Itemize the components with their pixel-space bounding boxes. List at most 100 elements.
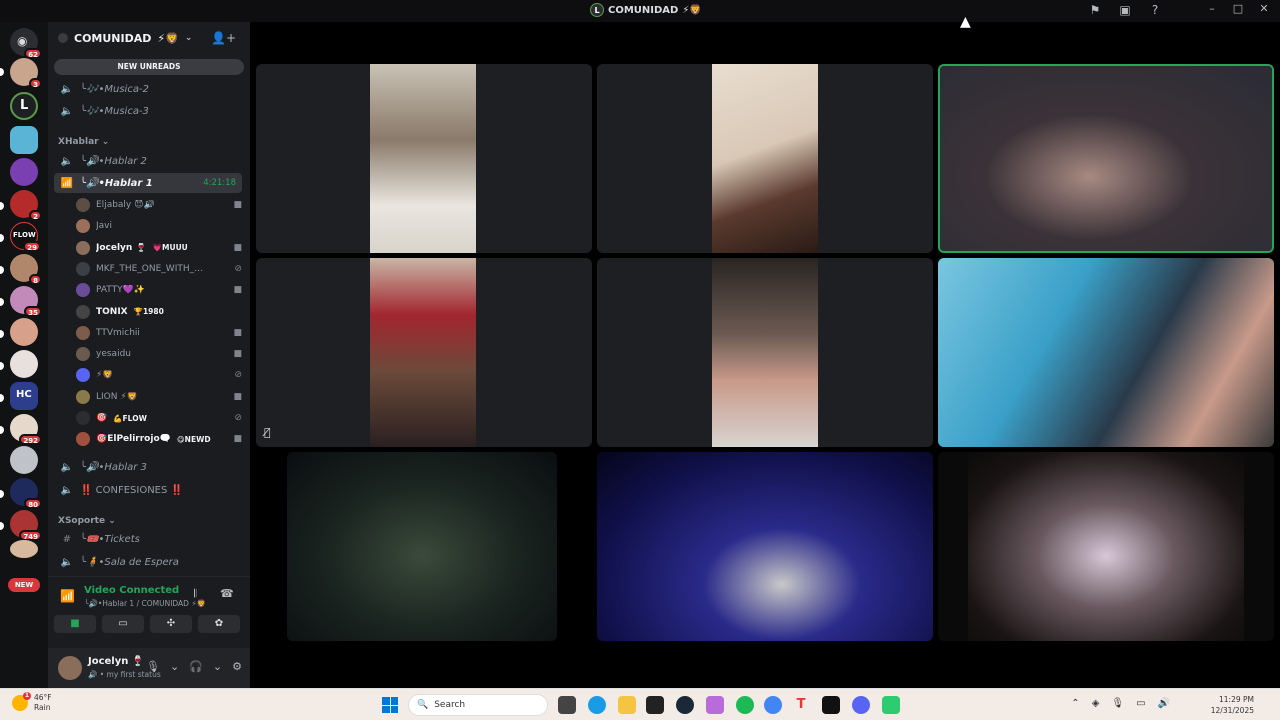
video-tile-5[interactable] [597,258,933,447]
add-member-icon[interactable]: 👤+ [211,31,236,45]
spotify-icon[interactable] [736,696,754,714]
server-icon-hc[interactable]: HC [10,382,38,410]
voice-user[interactable]: 🎯ElPelirrojo🗨️ 😋NEWD ■ [76,429,242,449]
copilot-icon[interactable] [706,696,724,714]
microphone-icon[interactable]: 🎙 [1111,698,1124,709]
channel-tickets[interactable]: # ╰🎟️•Tickets [54,529,242,549]
task-view-icon[interactable] [558,696,576,714]
category-soporte[interactable]: XSoporte ⌄ [58,516,116,526]
maximize-button[interactable]: □ [1232,2,1244,15]
taskbar-search[interactable]: 🔍 Search [408,694,548,716]
volume-icon[interactable]: 🔊 [1158,698,1170,709]
user-name[interactable]: Jocelyn 🍷 [88,656,144,667]
new-unreads-banner[interactable]: NEW UNREADS [54,59,244,75]
server-icon-2[interactable] [10,126,38,154]
voice-user[interactable]: 🎯 💪FLOW ⊘ [76,408,242,428]
new-servers-badge[interactable]: NEW [8,578,40,592]
server-icon-1[interactable]: 3 [10,58,42,89]
inbox-icon[interactable]: ▣ [1118,3,1132,17]
start-button[interactable] [382,697,398,713]
microphone-icon[interactable]: 🎙 [146,660,160,673]
video-tile-3-speaking[interactable] [938,64,1274,253]
server-icon-flow[interactable]: FLOW 29 [10,222,41,252]
noise-suppression-icon[interactable]: 𝄃 [194,587,196,601]
app-green-icon[interactable] [882,696,900,714]
voice-user[interactable]: MKF_THE_ONE_WITH_N... ⊘ [76,259,242,279]
server-icon-comunidad[interactable]: L [10,92,38,120]
voice-user[interactable]: yesaidu ■ [76,344,242,364]
server-icon-6[interactable]: 35 [10,286,42,317]
channel-hablar-1[interactable]: 📶 ╰🔊•Hablar 1 4:21:18 [54,173,242,193]
signal-icon[interactable]: 📶 [60,589,75,603]
channel-hablar-3[interactable]: 🔈 ╰🔊•Hablar 3 [54,457,242,477]
tiktok-icon[interactable] [822,696,840,714]
chrome-icon[interactable] [764,696,782,714]
screen-share-button[interactable]: ▭ [102,615,144,633]
voice-user[interactable]: TONIX 🏆1980 [76,302,242,322]
server-icon-12[interactable]: 749 [10,510,42,541]
server-icon-8[interactable] [10,350,38,378]
file-explorer-icon[interactable] [618,696,636,714]
voice-user[interactable]: LION ⚡🦁 ■ [76,387,242,407]
server-icon-5[interactable]: 8 [10,254,42,285]
server-icon-11[interactable]: 80 [10,478,42,509]
server-icon-9[interactable]: 292 [10,414,42,445]
disconnect-icon[interactable]: ☎ [220,587,234,600]
app-t-icon[interactable]: T [792,696,810,714]
category-hablar[interactable]: XHablar ⌄ [58,137,109,147]
camera-icon: ■ [233,200,242,210]
settings-gear-icon[interactable]: ⚙ [232,660,242,673]
video-tile-1[interactable] [256,64,592,253]
channel-name: ╰🔊•Hablar 3 [80,461,147,473]
voice-user[interactable]: Javi [76,216,242,236]
unread-indicator [0,394,4,402]
category-label: XSoporte [58,516,106,526]
server-icon-13[interactable] [10,540,38,558]
voice-user[interactable]: PATTY💜✨ ■ [76,280,242,300]
voice-status-title[interactable]: Video Connected [84,585,179,596]
video-tile-2[interactable] [597,64,933,253]
video-tile-6[interactable] [938,258,1274,447]
discord-icon[interactable] [852,696,870,714]
chevron-down-icon[interactable]: ⌄ [170,660,179,673]
edge-icon[interactable] [588,696,606,714]
video-tile-4[interactable]: 🎙̸ [256,258,592,447]
server-icon-7[interactable] [10,318,38,346]
video-tile-7[interactable] [287,452,557,641]
channel-hablar-2[interactable]: 🔈 ╰🔊•Hablar 2 [54,151,242,171]
voice-user[interactable]: ⚡🦁 ⊘ [76,365,242,385]
unread-indicator [0,266,4,274]
soundboard-button[interactable]: ✿ [198,615,240,633]
app-icon[interactable] [646,696,664,714]
weather-widget[interactable]: 1 46°F Rain [12,692,52,713]
channel-musica-2[interactable]: 🔈 ╰🎶•Musica-2 [54,79,242,99]
voice-user[interactable]: TTVmichii ■ [76,323,242,343]
network-icon[interactable]: ▭ [1136,698,1145,709]
server-icon-3[interactable] [10,158,38,186]
minimize-button[interactable]: – [1206,2,1218,15]
chevron-up-icon[interactable]: ⌃ [1071,698,1079,709]
video-tile-9[interactable] [938,452,1274,641]
user-avatar[interactable] [58,656,82,680]
channel-musica-3[interactable]: 🔈 ╰🎶•Musica-3 [54,101,242,121]
channel-confesiones[interactable]: 🔈 ‼️ CONFESIONES ‼️ [54,480,242,500]
flag-icon[interactable]: ⚑ [1088,3,1102,17]
direct-messages-button[interactable]: ◉ 62 [10,28,42,59]
chevron-down-icon[interactable]: ⌄ [213,660,222,673]
activities-button[interactable]: ✣ [150,615,192,633]
headphones-icon[interactable]: 🎧 [189,660,203,673]
voice-user[interactable]: Jocelyn 🍷 💗MUUU ■ [76,238,242,258]
channel-sala-de-espera[interactable]: 🔈 ╰🧍•Sala de Espera [54,552,242,572]
voice-user[interactable]: Eljabaly 😈🔊 ■ [76,195,242,215]
camera-button[interactable]: ■ [54,615,96,633]
video-tile-8[interactable] [597,452,933,641]
system-clock[interactable]: 11:29 PM 12/31/2025 [1211,694,1254,716]
server-icon-10[interactable] [10,446,38,474]
voice-status-subtitle[interactable]: ╰🔊•Hablar 1 / COMUNIDAD ⚡🦁 [84,599,206,608]
help-icon[interactable]: ? [1148,3,1162,17]
hc-logo-icon: HC [16,389,32,400]
close-button[interactable]: ✕ [1258,2,1270,15]
steam-icon[interactable] [676,696,694,714]
server-icon-4[interactable]: 2 [10,190,42,221]
security-icon[interactable]: ◈ [1092,698,1100,709]
